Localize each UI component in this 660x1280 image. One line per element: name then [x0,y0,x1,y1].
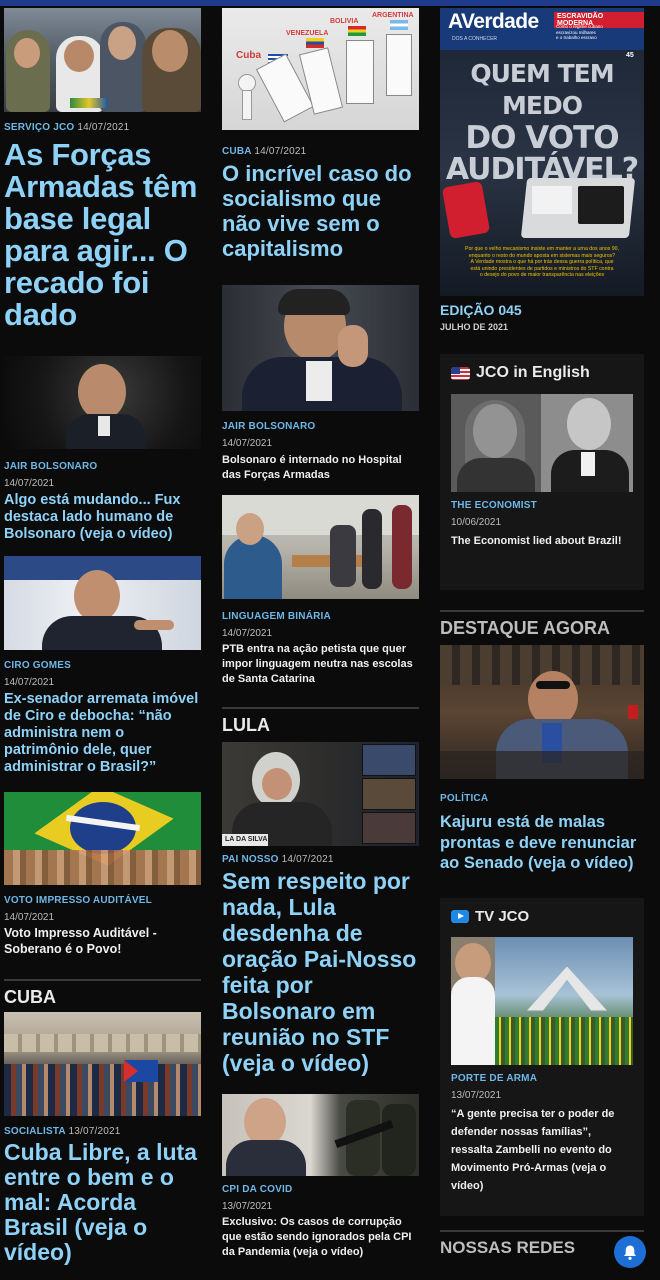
article-image-brazil-flag[interactable] [4,792,201,885]
article-category[interactable]: SOCIALISTA 13/07/2021 [4,1126,201,1137]
magazine-brand-sub: DOS A CONHECER [452,36,498,42]
edition-date: JULHO DE 2021 [440,322,509,332]
article-category[interactable]: CIRO GOMES [4,660,201,671]
tv-jco-card: TV JCO PORTE DE ARMA 13/07/2021 “A gente… [440,897,644,1216]
video-caption: LA DA SILVA [222,834,268,846]
article-category[interactable]: LINGUAGEM BINÁRIA [222,611,419,622]
article-category[interactable]: JAIR BOLSONARO [4,461,201,472]
article-image-economist[interactable] [451,394,633,492]
section-title-cuba[interactable]: CUBA [4,979,201,1008]
article-date: 14/07/2021 [222,628,273,639]
article-image-military-leaders[interactable] [4,8,201,112]
image-label: VENEZUELA [286,30,329,37]
article-date: 14/07/2021 [4,478,55,489]
article-date: 13/07/2021 [451,1089,502,1101]
article-headline[interactable]: Kajuru está de malas prontas e deve renu… [440,812,644,874]
edition-title[interactable]: EDIÇÃO 045 [440,302,644,318]
article-image-bolsonaro[interactable] [222,285,419,411]
section-title-lula[interactable]: LULA [222,707,419,736]
section-title-destaque[interactable]: DESTAQUE AGORA [440,610,644,639]
article-date: 14/07/2021 [4,912,55,923]
article-image-dominoes[interactable]: ARGENTINA BOLIVIA VENEZUELA Cuba [222,8,419,130]
article-headline[interactable]: The Economist lied about Brazil! [451,532,633,550]
article-date: 14/07/2021 [222,438,273,449]
article-category[interactable]: JAIR BOLSONARO [222,421,419,432]
article-headline[interactable]: As Forças Armadas têm base legal para ag… [4,139,201,331]
article-headline[interactable]: Bolsonaro é internado no Hospital das Fo… [222,453,419,483]
jco-english-header[interactable]: JCO in English [451,364,633,382]
article-headline[interactable]: Sem respeito por nada, Lula desdenha de … [222,868,419,1076]
article-headline[interactable]: Cuba Libre, a luta entre o bem e o mal: … [4,1140,201,1265]
article-category[interactable]: VOTO IMPRESSO AUDITÁVEL [4,895,201,906]
magazine-brand: AVerdade [448,10,539,33]
article-category[interactable]: THE ECONOMIST [451,500,633,511]
article-headline[interactable]: O incrível caso do socialismo que não vi… [222,161,419,261]
article-image-kajuru[interactable] [440,645,644,779]
jco-english-card: JCO in English THE ECONOMIST 10/06/2021 … [440,354,644,590]
article-image-classroom[interactable] [222,495,419,599]
article-headline[interactable]: Exclusivo: Os casos de corrupção que est… [222,1215,419,1260]
article-headline[interactable]: Ex-senador arremata imóvel de Ciro e deb… [4,691,201,776]
article-category[interactable]: SERVIÇO JCO 14/07/2021 [4,122,201,133]
usa-flag-icon [451,366,470,380]
article-image-cpi[interactable] [222,1094,419,1176]
magazine-tag-lines: Como o regime cubano escravizou milhares… [556,24,603,40]
article-headline[interactable]: PTB entra na ação petista que quer impor… [222,642,419,687]
article-date: 10/06/2021 [451,517,502,528]
article-date: 14/07/2021 [4,677,55,688]
notification-bell-button[interactable] [614,1236,646,1268]
article-image-fux[interactable] [4,356,201,449]
article-headline[interactable]: “A gente precisa ter o poder de defender… [451,1105,633,1195]
image-label: BOLIVIA [330,18,359,25]
article-category[interactable]: CPI DA COVID [222,1184,419,1195]
magazine-cover[interactable]: AVerdade DOS A CONHECER ESCRAVIDÃO MODER… [440,8,644,296]
youtube-play-icon [451,909,469,923]
article-headline[interactable]: Algo está mudando... Fux destaca lado hu… [4,492,201,543]
article-category[interactable]: PORTE DE ARMA [451,1073,633,1084]
article-category[interactable]: CUBA 14/07/2021 [222,146,419,157]
tv-jco-header[interactable]: TV JCO [451,908,633,925]
image-label: ARGENTINA [372,12,414,19]
article-image-ciro[interactable] [4,556,201,650]
article-category[interactable]: PAI NOSSO 14/07/2021 [222,854,419,865]
image-label: Cuba [236,50,261,61]
article-category[interactable]: POLÍTICA [440,793,644,804]
article-image-cuba-protest[interactable] [4,1012,201,1116]
news-column-left: SERVIÇO JCO 14/07/2021 As Forças Armadas… [4,8,201,1265]
article-image-lula-video[interactable]: LA DA SILVA [222,742,419,846]
news-column-middle: ARGENTINA BOLIVIA VENEZUELA Cuba CUBA 14… [222,8,419,1260]
article-headline[interactable]: Voto Impresso Auditável - Soberano é o P… [4,925,201,957]
article-date: 13/07/2021 [222,1201,273,1212]
top-accent-bar [0,0,660,6]
news-column-right: AVerdade DOS A CONHECER ESCRAVIDÃO MODER… [440,8,644,1258]
magazine-blurb: Por que o velho mecanismo insiste em man… [465,246,619,279]
magazine-headline: QUEM TEM MEDO DO VOTO AUDITÁVEL? [445,59,639,187]
article-image-zambelli[interactable] [451,936,633,1065]
bell-icon [624,1245,636,1260]
